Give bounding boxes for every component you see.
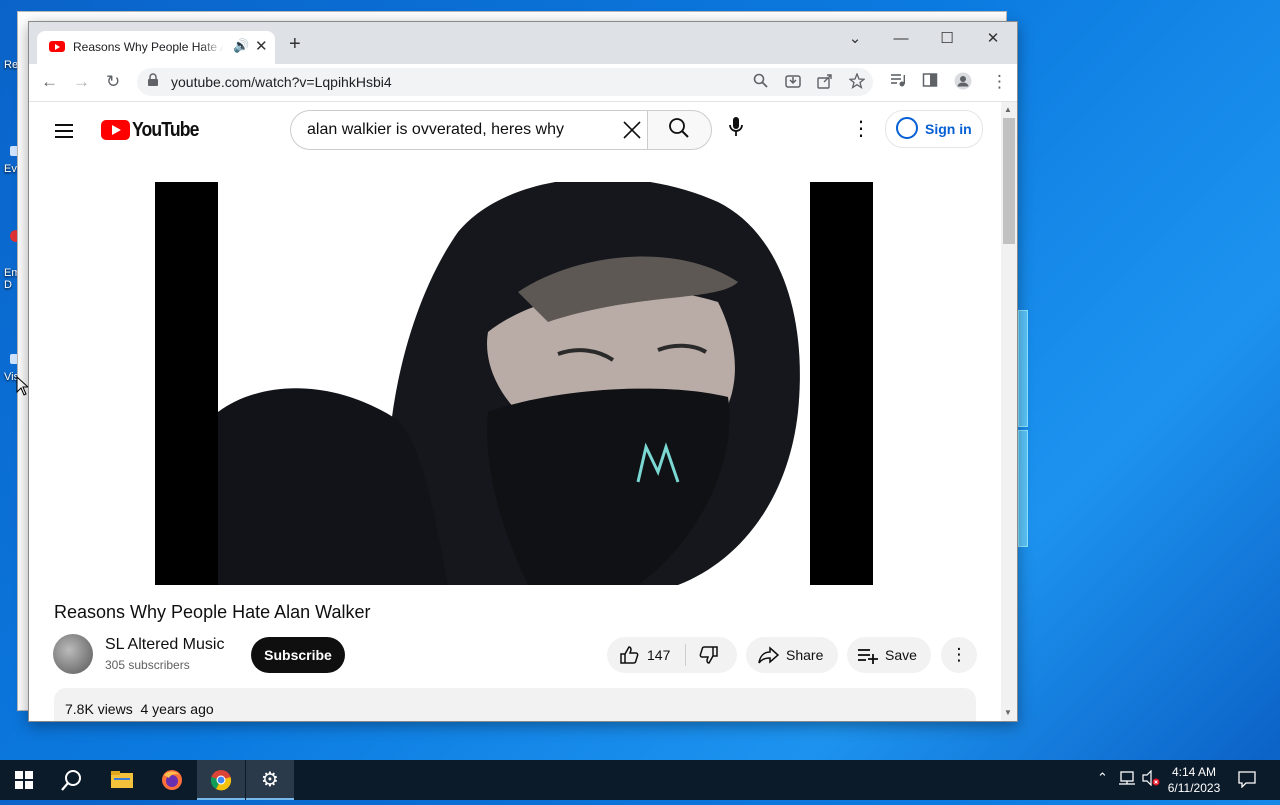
desktop-icon-label[interactable]: Re: [4, 59, 18, 71]
account-icon: [896, 117, 918, 139]
video-title: Reasons Why People Hate Alan Walker: [54, 602, 371, 622]
system-clock[interactable]: 4:14 AM 6/11/2023: [1160, 764, 1228, 796]
sidepanel-icon[interactable]: [922, 72, 938, 93]
tab-strip: Reasons Why People Hate Alan Walker - Yo…: [29, 22, 1017, 64]
lock-icon[interactable]: [147, 73, 159, 90]
browser-window: Reasons Why People Hate Alan Walker - Yo…: [28, 21, 1018, 722]
video-meta: 7.8K views 4 years ago: [65, 701, 214, 717]
search-icon[interactable]: [48, 760, 96, 800]
hamburger-menu-icon[interactable]: [55, 120, 73, 142]
save-label: Save: [885, 647, 917, 663]
view-count: 7.8K views: [65, 701, 133, 717]
back-icon[interactable]: ←: [41, 72, 58, 92]
address-bar[interactable]: youtube.com/watch?v=LqpihkHsbi4: [137, 68, 873, 96]
sign-in-label: Sign in: [925, 121, 972, 137]
chevron-up-icon[interactable]: ⌃: [1097, 770, 1108, 786]
notification-icon[interactable]: [1238, 770, 1256, 793]
playlist-add-icon: [857, 645, 879, 670]
share-button[interactable]: Share: [746, 637, 838, 673]
share-icon: [758, 645, 780, 670]
file-explorer-icon[interactable]: [98, 760, 146, 800]
scrollbar-thumb[interactable]: [1003, 118, 1015, 244]
search-icon[interactable]: [753, 73, 768, 92]
minimize-button[interactable]: —: [878, 26, 924, 52]
search-query[interactable]: alan walkier is ovverated, heres why: [307, 121, 564, 139]
tab-search-button[interactable]: ⌄: [832, 26, 878, 52]
start-icon[interactable]: [0, 760, 48, 800]
more-actions-icon[interactable]: ⋮: [941, 637, 977, 673]
page-scrollbar[interactable]: ▲ ▼: [1001, 102, 1017, 721]
tab-youtube[interactable]: Reasons Why People Hate Alan Walker - Yo…: [37, 31, 275, 64]
tab-title: Reasons Why People Hate Alan Walker - Yo…: [73, 40, 223, 54]
close-window-button[interactable]: ✕: [970, 26, 1016, 52]
scroll-up-icon[interactable]: ▲: [1004, 105, 1012, 114]
scroll-down-icon[interactable]: ▼: [1004, 708, 1012, 717]
window-glow: [1018, 430, 1028, 547]
like-count: 147: [647, 647, 671, 663]
video-thumbnail[interactable]: [218, 182, 810, 585]
youtube-play-icon: [101, 120, 130, 140]
share-icon[interactable]: [817, 73, 833, 93]
like-dislike-group: 147: [607, 637, 737, 673]
profile-icon[interactable]: [954, 72, 972, 95]
settings-icon[interactable]: ⚙: [246, 760, 294, 800]
search-icon: [668, 117, 690, 145]
youtube-favicon-icon: [49, 41, 65, 52]
star-icon[interactable]: [848, 72, 866, 93]
firefox-icon[interactable]: [148, 760, 196, 800]
dislike-button[interactable]: [686, 637, 737, 673]
clock-time: 4:14 AM: [1171, 765, 1217, 779]
clock-date: 6/11/2023: [1167, 781, 1221, 795]
browser-toolbar: ← → ↻ youtube.com/watch?v=LqpihkHsbi4 ⋮: [29, 64, 1017, 102]
subscriber-count: 305 subscribers: [105, 658, 190, 672]
save-button[interactable]: Save: [847, 637, 931, 673]
youtube-wordmark: YouTube: [132, 119, 199, 141]
menu-icon[interactable]: ⋮: [991, 72, 1008, 92]
share-label: Share: [786, 647, 824, 663]
channel-avatar[interactable]: [53, 634, 93, 674]
channel-name[interactable]: SL Altered Music: [105, 636, 224, 654]
search-button[interactable]: [647, 110, 712, 150]
chrome-icon[interactable]: [197, 760, 245, 800]
youtube-page: YouTube alan walkier is ovverated, heres…: [29, 102, 1001, 721]
thumbs-up-icon: [619, 645, 639, 670]
more-options-icon[interactable]: ⋮: [851, 116, 871, 141]
thumbs-down-icon: [699, 645, 719, 670]
clear-search-icon[interactable]: [621, 115, 643, 148]
window-glow: [1018, 310, 1028, 427]
subscribe-button[interactable]: Subscribe: [251, 637, 345, 673]
close-icon[interactable]: ✕: [255, 37, 268, 55]
desktop-icon-label[interactable]: Ev: [4, 163, 17, 175]
url-text[interactable]: youtube.com/watch?v=LqpihkHsbi4: [171, 74, 392, 90]
upload-age: 4 years ago: [140, 701, 214, 717]
network-icon[interactable]: [1118, 770, 1136, 789]
video-player[interactable]: [155, 182, 873, 585]
search-input[interactable]: alan walkier is ovverated, heres why: [290, 110, 647, 150]
forward-icon[interactable]: →: [73, 72, 90, 92]
like-button[interactable]: 147: [607, 637, 685, 673]
taskbar: ⚙ ⌃ 4:14 AM 6/11/2023: [0, 760, 1280, 800]
media-icon[interactable]: [890, 72, 906, 93]
volume-muted-icon[interactable]: [1142, 769, 1160, 789]
description-box[interactable]: 7.8K views 4 years ago: [54, 688, 976, 721]
sign-in-button[interactable]: Sign in: [885, 110, 983, 148]
hooded-figure-image: [218, 182, 810, 585]
plus-icon[interactable]: +: [289, 34, 301, 54]
maximize-button[interactable]: ☐: [924, 26, 970, 52]
reload-icon[interactable]: ↻: [106, 72, 120, 92]
microphone-icon[interactable]: [728, 116, 744, 144]
speaker-icon[interactable]: 🔊: [233, 38, 249, 54]
install-icon[interactable]: [785, 73, 801, 93]
